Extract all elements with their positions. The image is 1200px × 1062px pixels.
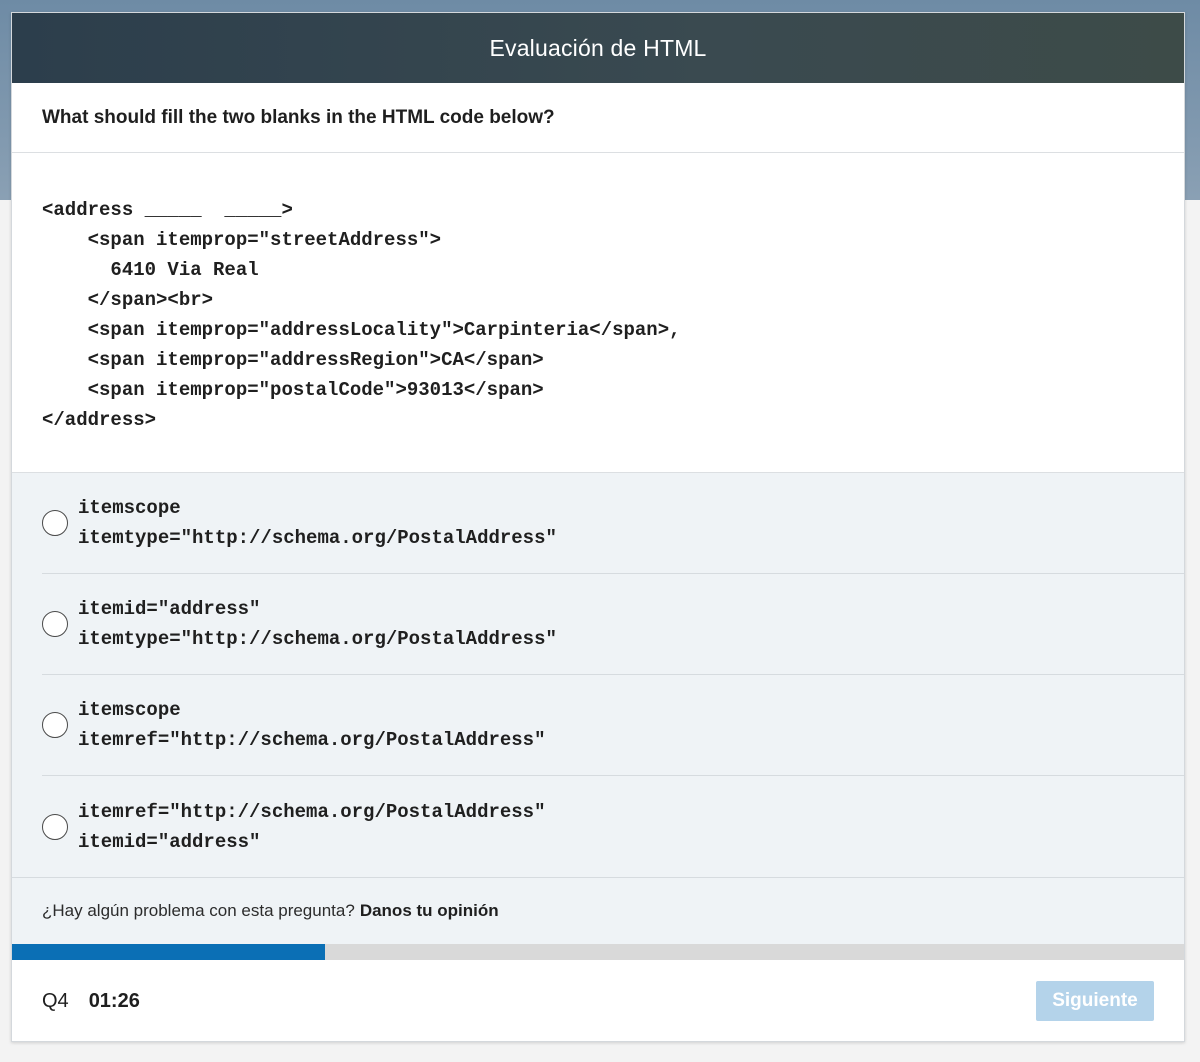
code-line: <span itemprop="addressLocality">Carpint… (42, 319, 681, 341)
feedback-bar: ¿Hay algún problema con esta pregunta? D… (12, 877, 1184, 944)
option-text: itemscope itemtype="http://schema.org/Po… (78, 493, 557, 553)
option-line: itemid="address" (78, 598, 261, 620)
code-line: 6410 Via Real (42, 259, 259, 281)
option-text: itemid="address" itemtype="http://schema… (78, 594, 557, 654)
question-area: What should fill the two blanks in the H… (12, 83, 1184, 153)
feedback-prompt: ¿Hay algún problema con esta pregunta? (42, 901, 355, 920)
timer: 01:26 (88, 989, 140, 1012)
question-status: Q4 01:26 (42, 990, 140, 1013)
code-line: </address> (42, 409, 157, 431)
code-line: <span itemprop="addressRegion">CA</span> (42, 349, 544, 371)
answer-options: itemscope itemtype="http://schema.org/Po… (12, 473, 1184, 877)
code-line: <span itemprop="postalCode">93013</span> (42, 379, 544, 401)
option-line: itemtype="http://schema.org/PostalAddres… (78, 527, 557, 549)
assessment-title: Evaluación de HTML (489, 34, 707, 61)
next-button[interactable]: Siguiente (1036, 981, 1154, 1021)
option-text: itemscope itemref="http://schema.org/Pos… (78, 695, 545, 755)
question-number: Q4 (42, 989, 69, 1012)
assessment-modal: Evaluación de HTML What should fill the … (11, 12, 1185, 1042)
radio-button[interactable] (42, 813, 68, 840)
code-snippet: <address _____ _____> <span itemprop="st… (12, 153, 1184, 473)
answer-option-2[interactable]: itemid="address" itemtype="http://schema… (42, 574, 1184, 675)
question-text: What should fill the two blanks in the H… (42, 106, 555, 128)
option-text: itemref="http://schema.org/PostalAddress… (78, 797, 545, 857)
option-line: itemscope (78, 699, 181, 721)
radio-button[interactable] (42, 712, 68, 738)
answer-option-1[interactable]: itemscope itemtype="http://schema.org/Po… (42, 473, 1184, 574)
code-line: <address _____ _____> (42, 199, 293, 221)
option-line: itemref="http://schema.org/PostalAddress… (78, 800, 546, 823)
answer-option-3[interactable]: itemscope itemref="http://schema.org/Pos… (42, 675, 1184, 776)
code-line: <span itemprop="streetAddress"> (42, 229, 442, 251)
modal-footer: Q4 01:26 Siguiente (12, 960, 1184, 1041)
answer-option-4[interactable]: itemref="http://schema.org/PostalAddress… (42, 776, 1184, 877)
radio-button[interactable] (42, 611, 68, 637)
option-line: itemref="http://schema.org/PostalAddress… (78, 729, 546, 751)
progress-bar (12, 944, 1184, 960)
option-line: itemscope (78, 497, 181, 519)
option-line: itemid="address" (78, 830, 261, 853)
code-line: </span><br> (42, 289, 214, 311)
modal-header: Evaluación de HTML (12, 13, 1184, 83)
progress-fill (12, 944, 325, 960)
feedback-link[interactable]: Danos tu opinión (360, 901, 499, 921)
option-line: itemtype="http://schema.org/PostalAddres… (78, 628, 557, 650)
radio-button[interactable] (42, 510, 68, 536)
